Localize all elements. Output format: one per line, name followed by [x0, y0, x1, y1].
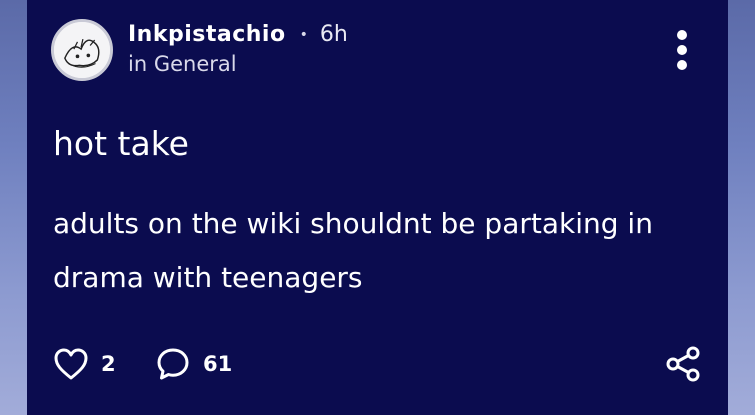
post-meta: Inkpistachio • 6h: [128, 22, 348, 47]
share-icon: [666, 346, 700, 382]
author-avatar[interactable]: [51, 19, 113, 81]
more-options-button[interactable]: [673, 30, 691, 70]
heart-icon: [54, 348, 88, 380]
post-actions: 2 61: [53, 344, 703, 384]
like-button[interactable]: 2: [53, 344, 116, 384]
share-button[interactable]: [665, 346, 703, 386]
author-name[interactable]: Inkpistachio: [128, 22, 286, 47]
ellipsis-dot: [677, 45, 687, 55]
speech-bubble-icon: [157, 348, 189, 380]
meta-separator: •: [299, 26, 308, 43]
comment-count: 61: [203, 352, 233, 376]
post-card[interactable]: Inkpistachio • 6h in General hot take ad…: [27, 0, 728, 415]
comment-button[interactable]: 61: [155, 344, 232, 384]
post-time: 6h: [319, 22, 348, 47]
post-title: hot take: [53, 124, 189, 163]
ellipsis-dot: [677, 60, 687, 70]
post-body: adults on the wiki shouldnt be partaking…: [53, 207, 653, 294]
like-count: 2: [101, 352, 116, 376]
vertical-ellipsis-icon: [677, 30, 687, 40]
community-label[interactable]: in General: [128, 52, 237, 76]
